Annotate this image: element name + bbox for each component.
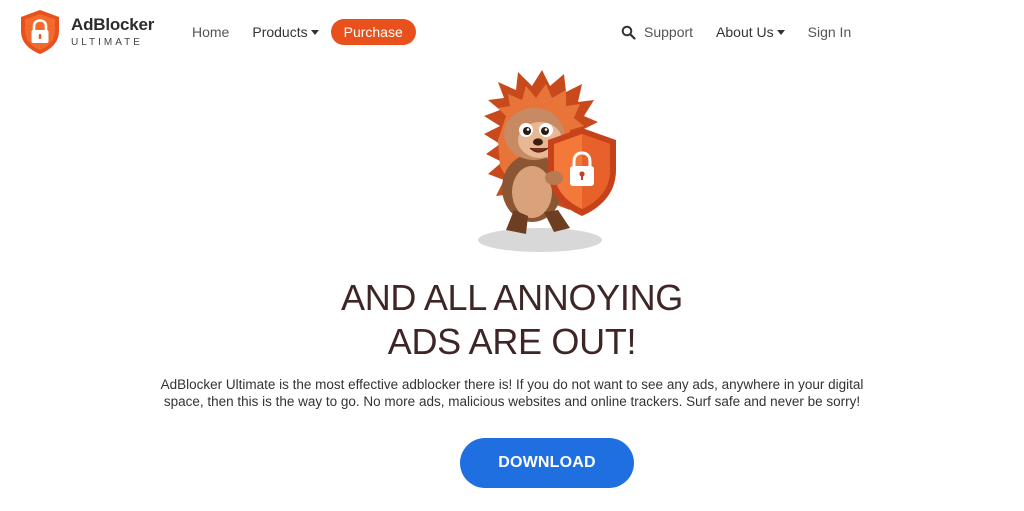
shield-lock-icon — [21, 10, 59, 54]
hero-headline: AND ALL ANNOYING ADS ARE OUT! — [0, 276, 1024, 364]
purchase-button[interactable]: Purchase — [330, 19, 416, 45]
nav-products-dropdown[interactable]: Products — [252, 24, 319, 40]
nav-products-label: Products — [252, 24, 308, 40]
nav-about-label: About Us — [716, 24, 774, 40]
hero-headline-line-1: AND ALL ANNOYING — [341, 277, 683, 318]
nav-about-dropdown[interactable]: About Us — [716, 24, 785, 40]
caret-down-icon — [310, 30, 319, 35]
download-button[interactable]: DOWNLOAD — [460, 438, 634, 488]
site-header: AdBlocker ULTIMATE Home Products Purchas… — [0, 0, 1024, 64]
search-icon — [621, 25, 636, 40]
page: AdBlocker ULTIMATE Home Products Purchas… — [0, 0, 1024, 511]
hedgehog-mascot-icon — [478, 70, 616, 252]
nav-support-link[interactable]: Support — [621, 24, 693, 40]
caret-down-icon — [776, 30, 785, 35]
brand-logo[interactable]: AdBlocker ULTIMATE — [19, 9, 154, 55]
nav-home-link[interactable]: Home — [192, 24, 229, 40]
nav-support-label: Support — [644, 24, 694, 40]
brand-subtitle: ULTIMATE — [71, 37, 143, 48]
brand-name: AdBlocker — [71, 15, 155, 34]
hero-headline-line-2: ADS ARE OUT! — [387, 321, 637, 362]
nav-signin-link[interactable]: Sign In — [808, 24, 852, 40]
secondary-nav: Support About Us Sign In — [621, 19, 851, 45]
hero-description: AdBlocker Ultimate is the most effective… — [160, 377, 864, 409]
main-nav: Home Products Purchase — [192, 19, 416, 45]
